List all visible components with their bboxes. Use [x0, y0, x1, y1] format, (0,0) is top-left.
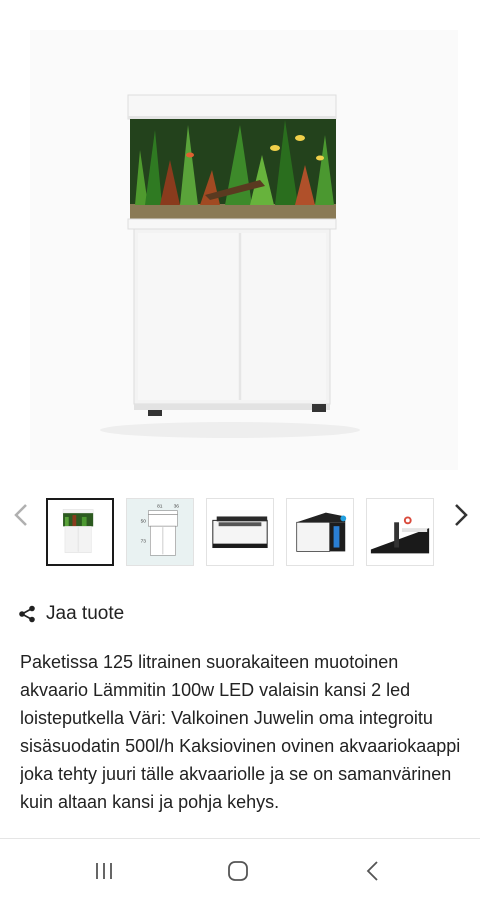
share-product-button[interactable]: Jaa tuote [18, 600, 124, 628]
aquarium-photo-thumb [48, 500, 112, 564]
thumbnail-5[interactable] [366, 498, 434, 566]
filter-detail-thumb [287, 499, 353, 565]
home-button[interactable] [223, 857, 253, 885]
lighting-detail-thumb [207, 499, 273, 565]
home-icon [228, 861, 248, 881]
thumbnail-2[interactable]: 81 36 50 73 [126, 498, 194, 566]
recent-apps-button[interactable] [89, 857, 119, 885]
recent-apps-icon [96, 863, 112, 879]
back-button[interactable] [358, 857, 388, 885]
product-page: 81 36 50 73 Jaa tuote Paketissa 125 litr… [0, 0, 480, 901]
dimension-drawing-thumb: 81 36 50 73 [127, 499, 193, 565]
gallery-prev-button[interactable] [6, 500, 36, 530]
share-label: Jaa tuote [46, 603, 125, 624]
product-main-image[interactable] [30, 30, 458, 470]
aquarium-cabinet-photo [30, 30, 458, 470]
thumbnail-1[interactable] [46, 498, 114, 566]
share-icon [19, 605, 35, 623]
gallery-next-button[interactable] [446, 500, 476, 530]
product-description: Paketissa 125 litrainen suorakaiteen muo… [20, 652, 461, 812]
dimension-height2-label: 73 [141, 539, 147, 545]
heater-detail-thumb [367, 499, 433, 565]
dimension-height1-label: 50 [141, 518, 147, 524]
thumbnail-4[interactable] [286, 498, 354, 566]
chevron-right-icon [455, 504, 468, 526]
thumbnail-strip: 81 36 50 73 [0, 492, 480, 572]
dimension-depth-label: 36 [174, 504, 180, 510]
thumbnail-3[interactable] [206, 498, 274, 566]
system-navigation-bar [0, 839, 480, 901]
back-icon [366, 861, 378, 881]
dimension-width-label: 81 [157, 504, 163, 510]
chevron-left-icon [14, 504, 27, 526]
